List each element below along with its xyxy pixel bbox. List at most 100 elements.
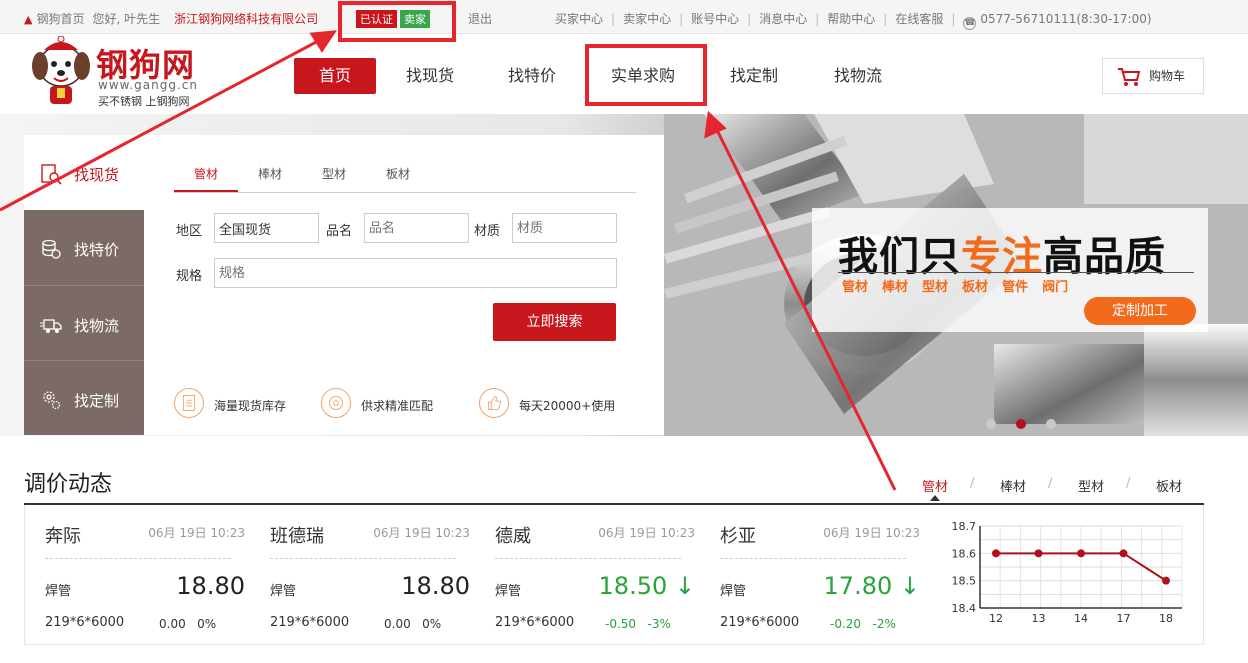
- carousel-dot-active[interactable]: [1016, 419, 1026, 429]
- supplier-name: 德威: [495, 526, 531, 547]
- promo-category: 型材: [922, 280, 949, 295]
- price-tab-pipes[interactable]: 管材: [922, 476, 948, 495]
- change-amount: 0.00: [159, 617, 186, 631]
- account-center-link[interactable]: 账号中心: [691, 12, 739, 26]
- carousel-dot[interactable]: [986, 419, 996, 429]
- home-link[interactable]: 钢狗首页: [36, 12, 84, 26]
- separator: /: [1048, 476, 1053, 491]
- change-amount: -0.50: [605, 617, 637, 631]
- update-time: 06月 19日 10:23: [148, 526, 245, 540]
- change-percent: -2%: [872, 617, 896, 631]
- nav-home[interactable]: 首页: [294, 58, 376, 94]
- price-tab-plates[interactable]: 板材: [1156, 476, 1182, 495]
- top-bar-left: ▲ 钢狗首页 您好, 叶先生 浙江钢狗网络科技有限公司: [24, 10, 326, 27]
- nav-find-custom[interactable]: 找定制: [724, 58, 784, 94]
- tab-profiles[interactable]: 型材: [322, 165, 346, 182]
- price-tab-profiles[interactable]: 型材: [1078, 476, 1104, 495]
- product-name-input[interactable]: [364, 213, 469, 243]
- logo[interactable]: 钢狗网 www.gangg.cn 买不锈钢 上钢狗网: [26, 34, 226, 110]
- chart-y-tick-label: 18.7: [952, 520, 977, 533]
- change-percent: -3%: [647, 617, 671, 631]
- price-value: 17.80 ↓: [824, 572, 920, 600]
- price-number: 18.80: [176, 572, 245, 600]
- tab-pipes[interactable]: 管材: [194, 165, 218, 182]
- price-change: -0.50 -3%: [605, 617, 671, 631]
- price-card[interactable]: 班德瑞 06月 19日 10:23 焊管 18.80 219*6*6000 0.…: [270, 505, 470, 645]
- custom-processing-button[interactable]: 定制加工: [1084, 297, 1196, 325]
- feature-label: 海量现货库存: [214, 399, 287, 413]
- side-tab-find-custom[interactable]: 找定制: [24, 360, 144, 435]
- spec-label: 规格: [176, 269, 203, 284]
- promo-categories: 管材 棒材 型材 板材 管件 阀门: [842, 276, 1082, 295]
- feature-label: 供求精准匹配: [361, 399, 434, 413]
- spec-input[interactable]: [214, 258, 617, 288]
- document-search-icon: [41, 164, 62, 185]
- cart-button[interactable]: 购物车: [1102, 58, 1204, 94]
- nav-find-specials[interactable]: 找特价: [502, 58, 562, 94]
- side-tab-find-stock[interactable]: 找现货: [24, 135, 144, 210]
- price-value: 18.80: [401, 572, 470, 600]
- list-icon: [174, 388, 204, 418]
- chart-x-tick-label: 18: [1159, 612, 1173, 625]
- price-trend-chart: 18.7 18.6 18.5 18.4 12 13 14 17 18: [952, 520, 1183, 625]
- price-number: 17.80: [823, 572, 893, 600]
- update-time: 06月 19日 10:23: [823, 526, 920, 540]
- price-card[interactable]: 奔际 06月 19日 10:23 焊管 18.80 219*6*6000 0.0…: [45, 505, 245, 645]
- price-section-title: 调价动态: [24, 472, 113, 497]
- change-amount: 0.00: [384, 617, 411, 631]
- phone-number: 0577-56710111(8:30-17:00): [980, 12, 1152, 26]
- nav-find-logistics[interactable]: 找物流: [828, 58, 888, 94]
- side-tab-find-logistics[interactable]: 找物流: [24, 285, 144, 360]
- message-center-link[interactable]: 消息中心: [759, 12, 807, 26]
- promo-category: 管材: [842, 280, 869, 295]
- separator: |: [883, 12, 888, 26]
- chart-y-tick-label: 18.6: [952, 547, 977, 560]
- price-card[interactable]: 德威 06月 19日 10:23 焊管 18.50 ↓ 219*6*6000 -…: [495, 505, 695, 645]
- product-kind: 焊管: [270, 584, 297, 599]
- price-number: 18.80: [401, 572, 470, 600]
- down-arrow-icon: ↓: [674, 572, 695, 600]
- cart-icon: [1118, 68, 1141, 86]
- region-input[interactable]: [214, 213, 319, 243]
- coins-icon: [42, 239, 61, 259]
- tab-bars[interactable]: 棒材: [258, 165, 282, 182]
- down-arrow-icon: ↓: [899, 572, 920, 600]
- card-divider: [45, 558, 231, 559]
- card-divider: [495, 558, 681, 559]
- price-tab-bars[interactable]: 棒材: [1000, 476, 1026, 495]
- update-time: 06月 19日 10:23: [373, 526, 470, 540]
- price-card[interactable]: 杉亚 06月 19日 10:23 焊管 17.80 ↓ 219*6*6000 -…: [720, 505, 920, 645]
- logout-link[interactable]: 退出: [468, 10, 492, 27]
- promo-category: 阀门: [1042, 280, 1069, 295]
- price-value: 18.50 ↓: [599, 572, 695, 600]
- logo-url: www.gangg.cn: [98, 78, 198, 92]
- cart-label: 购物车: [1149, 69, 1186, 83]
- annotation-box-badges: [338, 1, 456, 42]
- headline-highlight: 专注: [961, 234, 1043, 280]
- product-spec: 219*6*6000: [270, 615, 350, 630]
- side-tab-find-specials[interactable]: 找特价: [24, 210, 144, 285]
- seller-center-link[interactable]: 卖家中心: [623, 12, 671, 26]
- promo-category: 棒材: [882, 280, 909, 295]
- nav-find-stock[interactable]: 找现货: [400, 58, 460, 94]
- company-link[interactable]: 浙江钢狗网络科技有限公司: [174, 12, 318, 26]
- logo-slogan: 买不锈钢 上钢狗网: [98, 95, 190, 108]
- card-divider: [270, 558, 456, 559]
- phone-icon: ☎: [963, 17, 977, 30]
- chart-point: [1077, 549, 1085, 558]
- online-service-link[interactable]: 在线客服: [895, 12, 943, 26]
- material-input[interactable]: [512, 213, 617, 243]
- buyer-center-link[interactable]: 买家中心: [555, 12, 603, 26]
- promo-category: 管件: [1002, 280, 1029, 295]
- separator: |: [747, 12, 752, 26]
- carousel-dot[interactable]: [1046, 419, 1056, 429]
- help-center-link[interactable]: 帮助中心: [827, 12, 875, 26]
- price-value: 18.80: [176, 572, 245, 600]
- promo-headline: 我们只专注高品质: [838, 224, 1166, 282]
- product-spec: 219*6*6000: [45, 615, 125, 630]
- separator: |: [951, 12, 956, 26]
- tab-plates[interactable]: 板材: [386, 165, 410, 182]
- annotation-box-nav: [585, 44, 707, 106]
- search-button[interactable]: 立即搜索: [493, 303, 616, 341]
- headline-part: 我们只: [838, 234, 961, 280]
